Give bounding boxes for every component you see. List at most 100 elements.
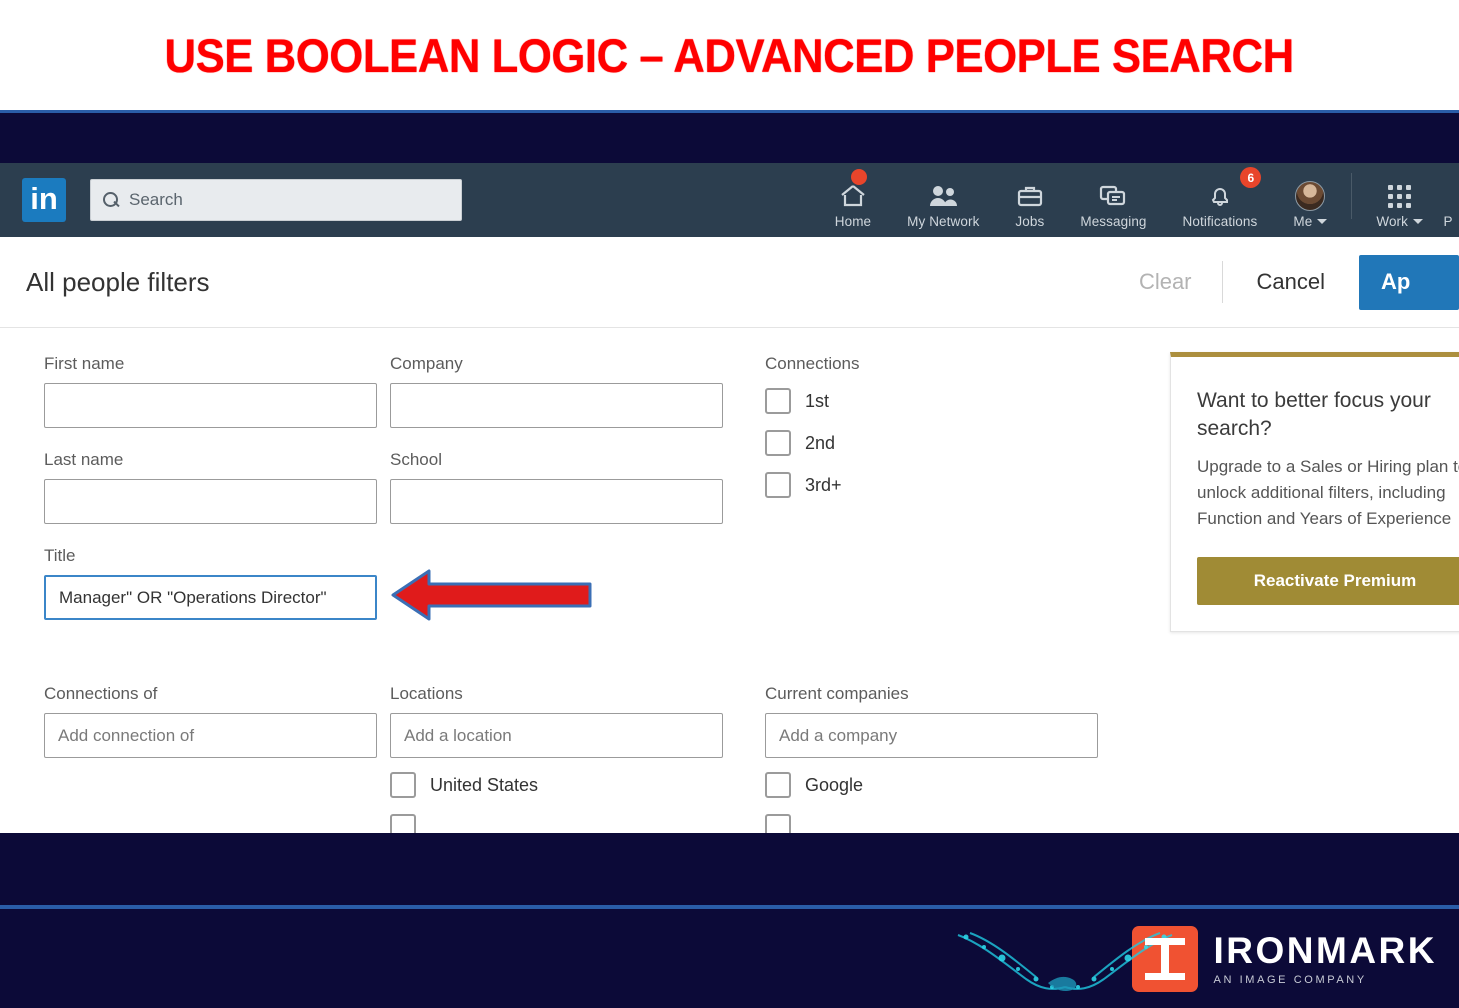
last-name-label: Last name [44,450,124,469]
home-icon [840,183,866,209]
nav-item-post-label: P [1443,214,1453,229]
nav-item-jobs-label: Jobs [1015,214,1045,229]
connections-of-label: Connections of [44,684,158,703]
checkbox-icon[interactable] [390,772,416,798]
company-option-google[interactable]: Google [765,772,1165,798]
connections-option-3rd[interactable]: 3rd+ [765,472,1165,498]
notifications-badge: 6 [1240,167,1262,188]
last-name-input[interactable] [44,479,377,524]
ironmark-wordmark: IRONMARK AN IMAGE COMPANY [1214,932,1437,986]
field-company: Company [390,354,765,428]
company-label: Company [390,354,463,373]
filters-column-current-companies: Current companies Add a company Google [765,684,1165,833]
title-label: Title [44,546,76,565]
nav-item-me[interactable]: Me [1275,171,1345,229]
filters-column-spacer [1165,684,1459,833]
all-people-filters-panel: All people filters Clear Cancel Ap First… [0,237,1459,833]
chevron-down-icon [1413,219,1423,224]
nav-item-messaging[interactable]: Messaging [1062,171,1164,229]
bell-icon [1208,183,1232,209]
company-input[interactable] [390,383,723,428]
nav-item-notifications-label: Notifications [1182,214,1258,229]
nav-item-home-label: Home [834,214,872,229]
filters-column-connections: Connections 1st 2nd 3rd+ [765,354,1165,642]
nav-item-messaging-label: Messaging [1080,214,1147,229]
search-input[interactable]: Search [90,179,462,221]
field-connections-of: Connections of Add connection of [44,684,390,758]
bottom-navy-band [0,833,1459,908]
nav-divider [1351,173,1353,219]
location-option-united-states[interactable]: United States [390,772,765,798]
message-icon [1099,183,1127,209]
clear-button[interactable]: Clear [1109,269,1222,295]
slide-canvas: USE BOOLEAN LOGIC – ADVANCED PEOPLE SEAR… [0,0,1459,1008]
reactivate-premium-button[interactable]: Reactivate Premium [1197,556,1459,605]
location-option-united-states-label: United States [430,774,539,795]
connections-of-input[interactable]: Add connection of [44,713,377,758]
linkedin-global-nav: in Search Home My Network Jobs Messaging… [0,163,1459,237]
checkbox-icon[interactable] [765,772,791,798]
checkbox-icon[interactable] [765,388,791,414]
checkbox-icon[interactable] [390,814,416,833]
filters-title: All people filters [26,266,210,297]
search-placeholder: Search [129,190,183,209]
page-title: USE BOOLEAN LOGIC – ADVANCED PEOPLE SEAR… [164,28,1295,82]
nav-item-my-network-label: My Network [907,214,980,229]
ironmark-brand: IRONMARK [1213,929,1437,971]
field-locations: Locations Add a location [390,684,765,758]
nav-items: Home My Network Jobs Messaging 6 Notific… [817,163,1459,237]
field-first-name: First name [44,354,390,428]
connections-option-1st-label: 1st [805,390,830,411]
nav-item-home[interactable]: Home [817,169,889,229]
checkbox-icon[interactable] [765,472,791,498]
connections-label: Connections [765,354,860,373]
nav-item-me-label: Me [1293,214,1328,229]
locations-label: Locations [390,684,463,703]
checkbox-icon[interactable] [765,814,791,833]
connections-option-2nd[interactable]: 2nd [765,430,1165,456]
slide-footer: IRONMARK AN IMAGE COMPANY [0,909,1459,1008]
filters-column-locations: Locations Add a location United States [390,684,765,833]
company-option-google-label: Google [805,774,864,795]
connections-option-2nd-label: 2nd [805,432,836,453]
filters-column-connections-of: Connections of Add connection of [0,684,390,833]
premium-upsell-card: Want to better focus your search? Upgrad… [1170,352,1459,632]
checkbox-icon[interactable] [765,430,791,456]
chevron-down-icon [1317,219,1328,224]
avatar [1295,181,1326,211]
field-current-companies: Current companies Add a company [765,684,1165,758]
nav-item-notifications[interactable]: 6 Notifications [1165,167,1276,229]
title-input[interactable]: Manager" OR "Operations Director" [44,575,377,620]
cancel-button[interactable]: Cancel [1223,269,1359,295]
premium-heading: Want to better focus your search? [1197,389,1431,441]
field-school: School [390,450,765,524]
grid-icon [1388,183,1412,209]
filters-header: All people filters Clear Cancel Ap [0,237,1459,328]
filters-column-names: First name Last name Title Manager" OR "… [0,354,390,642]
filters-actions: Clear Cancel Ap [1109,254,1459,310]
connections-option-1st[interactable]: 1st [765,388,1165,414]
location-option-partial[interactable] [390,814,765,833]
apply-button[interactable]: Ap [1359,254,1459,310]
first-name-label: First name [44,354,125,373]
current-companies-input[interactable]: Add a company [765,713,1098,758]
connections-option-3rd-label: 3rd+ [805,474,842,495]
nav-item-my-network[interactable]: My Network [889,171,997,229]
nav-item-jobs[interactable]: Jobs [997,171,1062,229]
first-name-input[interactable] [44,383,377,428]
locations-input[interactable]: Add a location [390,713,723,758]
school-input[interactable] [390,479,723,524]
nav-item-work[interactable]: Work [1358,171,1441,229]
filters-row-2: Connections of Add connection of Locatio… [0,684,1459,833]
current-companies-label: Current companies [765,684,909,703]
premium-body: Upgrade to a Sales or Hiring plan to unl… [1197,456,1459,529]
nav-item-post[interactable]: P [1441,171,1459,229]
school-label: School [390,450,442,469]
search-icon [103,191,120,209]
briefcase-icon [1017,183,1043,209]
company-option-partial[interactable] [765,814,1165,833]
top-navy-band [0,110,1459,163]
linkedin-logo-icon[interactable]: in [22,178,66,222]
field-title: Title Manager" OR "Operations Director" [44,546,390,620]
nav-item-work-label: Work [1376,214,1423,229]
